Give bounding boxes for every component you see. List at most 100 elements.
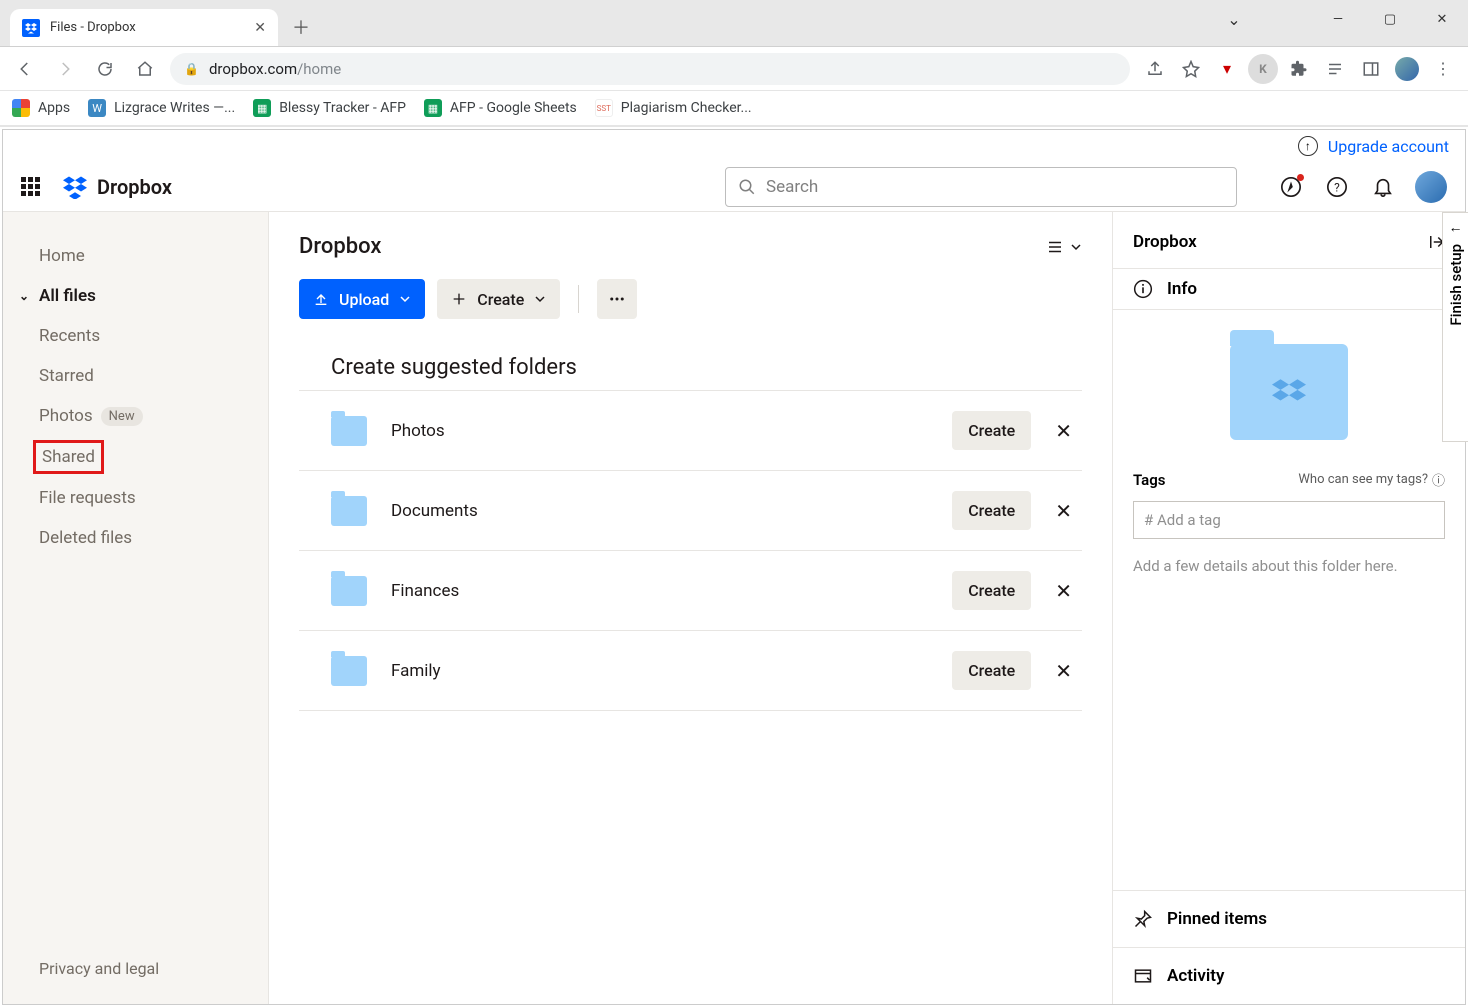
sidebar-item-label: File requests bbox=[39, 488, 136, 508]
suggested-folder-row: Documents Create ✕ bbox=[299, 471, 1082, 551]
search-input[interactable]: Search bbox=[725, 167, 1237, 207]
suggested-folder-row: Family Create ✕ bbox=[299, 631, 1082, 711]
apps-shortcut[interactable]: Apps bbox=[12, 99, 70, 117]
dismiss-button[interactable]: ✕ bbox=[1055, 659, 1072, 683]
view-toggle[interactable] bbox=[1046, 238, 1082, 256]
action-bar: Upload Create bbox=[299, 279, 1082, 319]
bookmark-item[interactable]: ▦ Blessy Tracker - AFP bbox=[253, 99, 406, 117]
upgrade-arrow-icon: ↑ bbox=[1298, 136, 1318, 156]
dismiss-button[interactable]: ✕ bbox=[1055, 499, 1072, 523]
address-bar[interactable]: 🔒 dropbox.com/home bbox=[170, 53, 1130, 85]
create-folder-button[interactable]: Create bbox=[952, 411, 1031, 450]
sidebar-item-label: Shared bbox=[42, 447, 95, 467]
logo-text: Dropbox bbox=[97, 175, 172, 199]
dropbox-glyph-icon bbox=[61, 175, 89, 199]
create-folder-button[interactable]: Create bbox=[952, 651, 1031, 690]
bookmark-label: Lizgrace Writes —... bbox=[114, 100, 235, 116]
extensions-puzzle-icon[interactable] bbox=[1284, 54, 1314, 84]
header-actions: ? bbox=[1277, 171, 1447, 203]
sidebar-item-recents[interactable]: Recents bbox=[15, 316, 256, 356]
sidebar-item-photos[interactable]: PhotosNew bbox=[15, 396, 256, 436]
browser-tab[interactable]: Files - Dropbox ✕ bbox=[10, 9, 278, 46]
bookmark-label: AFP - Google Sheets bbox=[450, 100, 577, 116]
dismiss-button[interactable]: ✕ bbox=[1055, 419, 1072, 443]
new-tab-button[interactable]: ＋ bbox=[286, 12, 316, 42]
tab-search-caret-icon[interactable]: ⌄ bbox=[1208, 0, 1260, 38]
upload-icon bbox=[313, 291, 329, 307]
apps-label: Apps bbox=[38, 100, 70, 116]
create-folder-button[interactable]: Create bbox=[952, 491, 1031, 530]
sidebar-item-all-files[interactable]: ⌄ All files bbox=[15, 276, 256, 316]
upload-button[interactable]: Upload bbox=[299, 279, 425, 319]
share-icon[interactable] bbox=[1140, 54, 1170, 84]
forward-button[interactable] bbox=[50, 54, 80, 84]
dismiss-button[interactable]: ✕ bbox=[1055, 579, 1072, 603]
sidebar-item-starred[interactable]: Starred bbox=[15, 356, 256, 396]
bookmark-star-icon[interactable] bbox=[1176, 54, 1206, 84]
upgrade-bar: ↑ Upgrade account bbox=[3, 130, 1465, 162]
activity-section[interactable]: Activity bbox=[1113, 947, 1465, 1004]
page-title: Dropbox bbox=[299, 234, 381, 259]
sidebar: Home ⌄ All files Recents Starred PhotosNe… bbox=[3, 212, 269, 1004]
window-close-button[interactable]: ✕ bbox=[1416, 0, 1468, 38]
window-maximize-button[interactable]: ▢ bbox=[1364, 0, 1416, 38]
create-folder-button[interactable]: Create bbox=[952, 571, 1031, 610]
sidebar-item-label: All files bbox=[39, 286, 96, 306]
chevron-down-icon bbox=[399, 293, 411, 305]
folder-preview-icon bbox=[1230, 344, 1348, 440]
sidebar-item-deleted[interactable]: Deleted files bbox=[15, 518, 256, 558]
side-panel-icon[interactable] bbox=[1356, 54, 1386, 84]
sidebar-item-file-requests[interactable]: File requests bbox=[15, 478, 256, 518]
window-minimize-button[interactable]: ― bbox=[1312, 0, 1364, 38]
browser-tabstrip: Files - Dropbox ✕ ＋ ⌄ ― ▢ ✕ bbox=[0, 0, 1468, 47]
chevron-down-icon: ⌄ bbox=[19, 289, 29, 303]
folder-name: Family bbox=[391, 661, 952, 681]
app-switcher-icon[interactable] bbox=[21, 177, 41, 197]
tag-placeholder: # Add a tag bbox=[1144, 511, 1221, 529]
suggested-folder-row: Finances Create ✕ bbox=[299, 551, 1082, 631]
create-label: Create bbox=[477, 290, 524, 309]
create-button[interactable]: Create bbox=[437, 279, 560, 319]
tag-input[interactable]: # Add a tag bbox=[1133, 501, 1445, 539]
details-description[interactable]: Add a few details about this folder here… bbox=[1113, 539, 1465, 593]
sidebar-item-home[interactable]: Home bbox=[15, 236, 256, 276]
bookmark-label: Blessy Tracker - AFP bbox=[279, 100, 406, 116]
home-button[interactable] bbox=[130, 54, 160, 84]
chrome-menu-icon[interactable]: ⋮ bbox=[1428, 54, 1458, 84]
help-icon[interactable]: ? bbox=[1323, 173, 1351, 201]
tab-close-icon[interactable]: ✕ bbox=[254, 20, 266, 36]
notifications-bell-icon[interactable] bbox=[1369, 173, 1397, 201]
bookmark-item[interactable]: ▦AFP - Google Sheets bbox=[424, 99, 577, 117]
folder-icon bbox=[331, 656, 367, 686]
more-actions-button[interactable] bbox=[597, 279, 637, 319]
reading-list-icon[interactable] bbox=[1320, 54, 1350, 84]
sst-icon: SST bbox=[595, 99, 613, 117]
suggested-folder-row: Photos Create ✕ bbox=[299, 390, 1082, 471]
extension-k-icon[interactable]: K bbox=[1248, 54, 1278, 84]
sidebar-item-label: Deleted files bbox=[39, 528, 132, 548]
help-circle-icon: ⓘ bbox=[1432, 470, 1445, 489]
tags-help-link[interactable]: Who can see my tags? ⓘ bbox=[1298, 470, 1445, 489]
chevron-down-icon bbox=[1070, 241, 1082, 253]
reload-button[interactable] bbox=[90, 54, 120, 84]
explore-icon[interactable] bbox=[1277, 173, 1305, 201]
account-avatar[interactable] bbox=[1415, 171, 1447, 203]
sheets-icon: ▦ bbox=[253, 99, 271, 117]
dropbox-logo[interactable]: Dropbox bbox=[61, 175, 172, 199]
list-view-icon bbox=[1046, 238, 1064, 256]
profile-avatar[interactable] bbox=[1392, 54, 1422, 84]
bookmark-item[interactable]: WLizgrace Writes —... bbox=[88, 99, 235, 117]
mcafee-extension-icon[interactable]: ▾ bbox=[1212, 54, 1242, 84]
main-content: Dropbox Upload Create bbox=[269, 212, 1113, 1004]
browser-toolbar: 🔒 dropbox.com/home ▾ K ⋮ bbox=[0, 47, 1468, 91]
back-button[interactable] bbox=[10, 54, 40, 84]
privacy-legal-link[interactable]: Privacy and legal bbox=[15, 949, 256, 988]
upgrade-account-link[interactable]: Upgrade account bbox=[1328, 137, 1449, 156]
pinned-items-section[interactable]: Pinned items bbox=[1113, 890, 1465, 947]
sidebar-item-shared[interactable]: Shared bbox=[33, 440, 104, 474]
finish-setup-tab[interactable]: ← Finish setup bbox=[1442, 212, 1468, 442]
pinned-label: Pinned items bbox=[1167, 909, 1267, 929]
tags-label: Tags bbox=[1133, 471, 1166, 489]
bookmark-item[interactable]: SSTPlagiarism Checker... bbox=[595, 99, 752, 117]
info-section[interactable]: Info bbox=[1113, 268, 1465, 310]
